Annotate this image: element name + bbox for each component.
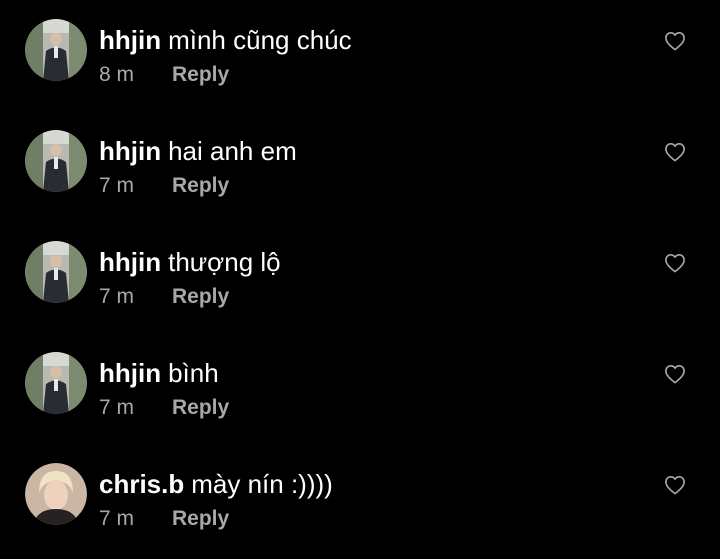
- comment-line: hhjin hai anh em: [99, 136, 297, 166]
- timestamp: 7 m: [99, 285, 135, 308]
- comment-line: chris.b mày nín :)))): [99, 469, 333, 499]
- comment-meta: 7 m Reply: [99, 284, 229, 310]
- comment-item: hhjin thượng lộ 7 m Reply: [0, 222, 720, 322]
- comment-line: hhjin mình cũng chúc: [99, 25, 352, 55]
- username[interactable]: hhjin: [99, 247, 161, 277]
- avatar[interactable]: [25, 352, 87, 414]
- comment-text: mình cũng chúc: [168, 25, 352, 55]
- reply-button[interactable]: Reply: [172, 285, 229, 308]
- avatar[interactable]: [25, 463, 87, 525]
- username[interactable]: hhjin: [99, 136, 161, 166]
- comment-item: chris.b mày nín :)))) 7 m Reply: [0, 444, 720, 544]
- comment-text: mày nín :)))): [191, 469, 333, 499]
- avatar[interactable]: [25, 241, 87, 303]
- heart-outline-icon[interactable]: [664, 31, 686, 51]
- reply-button[interactable]: Reply: [172, 396, 229, 419]
- heart-outline-icon[interactable]: [664, 475, 686, 495]
- comment-text: thượng lộ: [168, 247, 281, 277]
- comment-item: hhjin hai anh em 7 m Reply: [0, 111, 720, 211]
- comment-line: hhjin thượng lộ: [99, 247, 281, 277]
- timestamp: 8 m: [99, 63, 135, 86]
- comment-item: hhjin bình 7 m Reply: [0, 333, 720, 433]
- heart-outline-icon[interactable]: [664, 364, 686, 384]
- comment-meta: 8 m Reply: [99, 62, 229, 88]
- reply-button[interactable]: Reply: [172, 507, 229, 530]
- heart-outline-icon[interactable]: [664, 142, 686, 162]
- comment-meta: 7 m Reply: [99, 395, 229, 421]
- username[interactable]: hhjin: [99, 25, 161, 55]
- comment-text: bình: [168, 358, 219, 388]
- avatar[interactable]: [25, 19, 87, 81]
- timestamp: 7 m: [99, 174, 135, 197]
- comment-text: hai anh em: [168, 136, 297, 166]
- comment-list: hhjin mình cũng chúc 8 m Reply hhjin hai an…: [0, 0, 720, 559]
- avatar[interactable]: [25, 130, 87, 192]
- reply-button[interactable]: Reply: [172, 63, 229, 86]
- heart-outline-icon[interactable]: [664, 253, 686, 273]
- username[interactable]: hhjin: [99, 358, 161, 388]
- comment-line: hhjin bình: [99, 358, 219, 388]
- comment-meta: 7 m Reply: [99, 173, 229, 199]
- comment-item: hhjin mình cũng chúc 8 m Reply: [0, 0, 720, 100]
- timestamp: 7 m: [99, 507, 135, 530]
- timestamp: 7 m: [99, 396, 135, 419]
- username[interactable]: chris.b: [99, 469, 184, 499]
- comment-meta: 7 m Reply: [99, 506, 229, 532]
- reply-button[interactable]: Reply: [172, 174, 229, 197]
